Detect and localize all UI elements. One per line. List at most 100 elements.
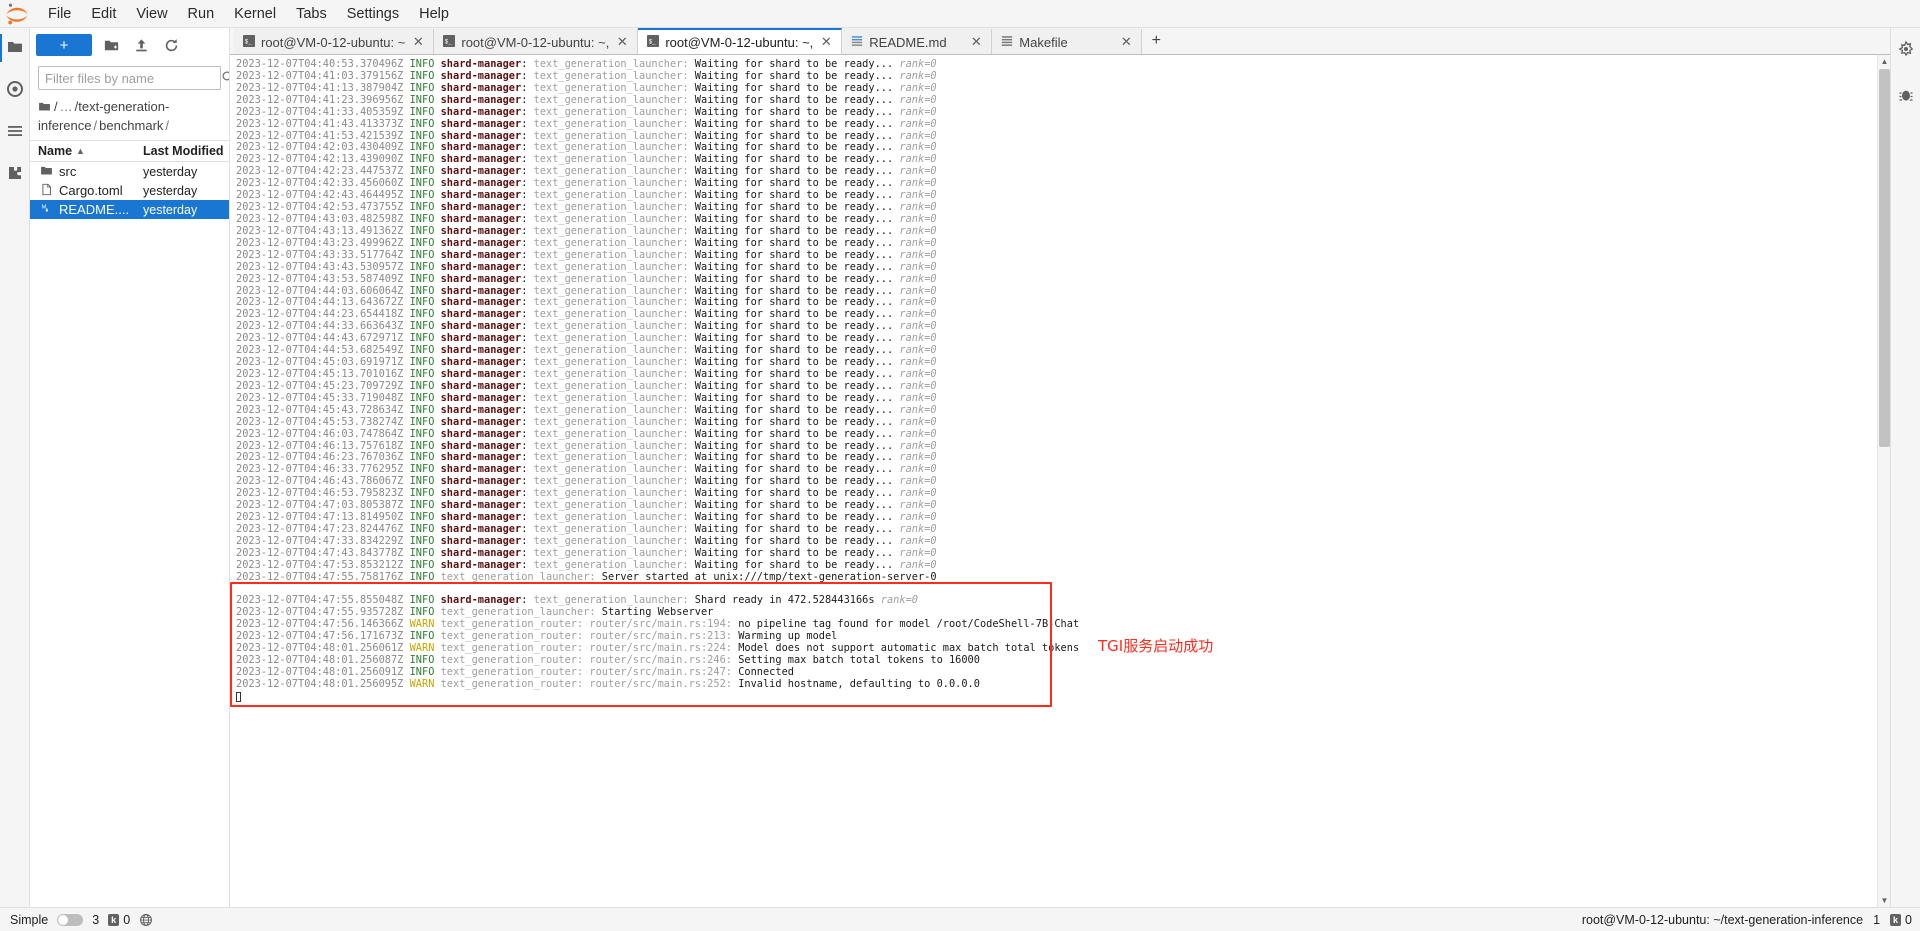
list-item[interactable]: Cargo.toml yesterday [30, 181, 229, 200]
running-terminals-icon [6, 80, 24, 101]
file-modified: yesterday [143, 183, 198, 198]
close-icon[interactable]: ✕ [1119, 34, 1133, 50]
list-item[interactable]: src yesterday [30, 162, 229, 181]
menu-run[interactable]: Run [178, 1, 225, 27]
svg-text:$_: $_ [445, 38, 453, 45]
svg-text:M: M [41, 204, 46, 210]
menu-tabs[interactable]: Tabs [286, 1, 337, 27]
file-list-header: Name ▲ Last Modified [30, 140, 229, 162]
file-name: src [59, 164, 77, 179]
terminal-view[interactable]: 2023-12-07T04:40:53.370496Z INFO shard-m… [230, 55, 1890, 907]
tab-label: root@VM-0-12-ubuntu: ~ [261, 34, 406, 50]
column-header-name-label: Name [38, 144, 73, 158]
folder-icon [6, 38, 24, 59]
terminals-count[interactable]: 3 [92, 913, 99, 927]
kernels-count[interactable]: k 0 [108, 913, 130, 927]
tab-terminal-2[interactable]: $_ root@VM-0-12-ubuntu: ~, ✕ [434, 28, 639, 54]
search-input[interactable] [45, 70, 221, 86]
file-icon [40, 183, 53, 199]
menu-file[interactable]: File [38, 1, 81, 27]
tab-readme-md[interactable]: README.md ✕ [842, 28, 993, 54]
sidebar-item-running-terminals[interactable] [1, 76, 29, 104]
terminals-count-value: 3 [92, 912, 100, 927]
close-icon[interactable]: ✕ [819, 34, 833, 50]
terminal-line: 2023-12-07T04:47:55.758176Z INFO text_ge… [236, 570, 937, 583]
scroll-down-icon[interactable]: ▼ [1878, 894, 1890, 907]
breadcrumb-ellipsis[interactable]: … [58, 99, 75, 114]
sidebar-item-extensions[interactable] [1, 160, 29, 188]
menu-settings[interactable]: Settings [337, 1, 409, 27]
menu-view[interactable]: View [126, 1, 177, 27]
active-document-title: root@VM-0-12-ubuntu: ~/text-generation-i… [1581, 912, 1864, 927]
status-bar: Simple 3 k 0 root@VM-0-12-ubuntu: ~/text… [0, 907, 1920, 931]
tab-label: root@VM-0-12-ubuntu: ~, [665, 34, 814, 50]
close-icon[interactable]: ✕ [969, 34, 983, 50]
menu-edit[interactable]: Edit [81, 1, 126, 27]
menu-help[interactable]: Help [409, 1, 459, 27]
globe-icon[interactable] [139, 913, 153, 927]
breadcrumb-benchmark[interactable]: benchmark [99, 118, 163, 133]
file-name: README.... [59, 202, 130, 217]
terminal-scrollbar[interactable]: ▲ ▼ [1877, 55, 1890, 907]
filter-files-field[interactable] [38, 66, 229, 90]
scrollbar-thumb[interactable] [1879, 69, 1890, 447]
tab-bar: $_ root@VM-0-12-ubuntu: ~ ✕ $_ root@VM-0… [230, 28, 1890, 55]
tab-makefile[interactable]: Makefile ✕ [992, 28, 1143, 54]
upload-icon[interactable] [130, 34, 152, 56]
commands-list-icon [6, 122, 24, 143]
tab-label: Makefile [1019, 34, 1068, 50]
sidebar-item-commands[interactable] [1, 118, 29, 146]
file-modified: yesterday [143, 202, 198, 217]
column-header-name[interactable]: Name ▲ [38, 144, 143, 158]
terminal-icon: $_ [243, 34, 255, 50]
property-inspector-icon [1897, 40, 1915, 61]
refresh-icon[interactable] [160, 34, 182, 56]
kernels-count-value: 0 [123, 912, 131, 927]
status-kernels-value: 0 [1905, 912, 1912, 927]
markdown-file-icon [851, 34, 863, 50]
terminal-cursor [236, 692, 241, 703]
tab-terminal-3[interactable]: $_ root@VM-0-12-ubuntu: ~, ✕ [638, 28, 843, 54]
folder-icon [40, 164, 53, 180]
file-list: src yesterday Cargo.toml yesterday M REA… [30, 162, 229, 907]
status-kernels-count[interactable]: k 0 [1890, 913, 1912, 927]
file-modified: yesterday [143, 164, 198, 179]
extension-puzzle-icon [6, 164, 24, 185]
sidebar-item-file-browser[interactable] [0, 34, 29, 62]
main-body: + /…/text-generat [0, 28, 1920, 907]
kernel-badge-icon: k [1890, 913, 1902, 926]
breadcrumb-home-icon[interactable] [38, 100, 51, 117]
new-tab-button[interactable]: + [1142, 28, 1170, 54]
left-sidebar-rail [0, 28, 30, 907]
tab-terminal-1[interactable]: $_ root@VM-0-12-ubuntu: ~ ✕ [234, 28, 435, 54]
jupyterlab-window: File Edit View Run Kernel Tabs Settings … [0, 0, 1920, 931]
sort-ascending-icon: ▲ [76, 146, 85, 156]
close-icon[interactable]: ✕ [615, 34, 629, 50]
simple-mode-label: Simple [10, 912, 49, 927]
text-file-icon [1001, 34, 1013, 50]
column-header-last-modified[interactable]: Last Modified [143, 144, 229, 158]
simple-mode-toggle[interactable] [57, 913, 84, 926]
status-terminals-count[interactable]: 1 [1873, 913, 1880, 927]
list-item[interactable]: M README.... yesterday [30, 200, 229, 219]
search-icon[interactable] [221, 70, 229, 87]
svg-text:$_: $_ [245, 38, 253, 45]
terminal-icon: $_ [443, 34, 456, 50]
file-name: Cargo.toml [59, 183, 123, 198]
annotation-text: TGI服务启动成功 [1098, 636, 1214, 655]
terminal-output[interactable]: 2023-12-07T04:40:53.370496Z INFO shard-m… [230, 55, 1890, 907]
new-launcher-button[interactable]: + [36, 34, 92, 56]
close-icon[interactable]: ✕ [411, 34, 425, 50]
sidebar-item-debugger[interactable] [1892, 82, 1920, 110]
scroll-up-icon[interactable]: ▲ [1878, 55, 1890, 68]
new-folder-icon[interactable] [100, 34, 122, 56]
menu-kernel[interactable]: Kernel [224, 1, 286, 27]
tab-label: root@VM-0-12-ubuntu: ~, [461, 34, 610, 50]
breadcrumb-sep-3: / [165, 118, 170, 133]
file-browser-panel: + /…/text-generat [30, 28, 230, 907]
kernel-badge-icon: k [108, 913, 120, 926]
tab-label: README.md [869, 34, 947, 50]
sidebar-item-property-inspector[interactable] [1892, 36, 1920, 64]
dock-panel: $_ root@VM-0-12-ubuntu: ~ ✕ $_ root@VM-0… [230, 28, 1890, 907]
breadcrumb-sep-2: / [93, 118, 98, 133]
